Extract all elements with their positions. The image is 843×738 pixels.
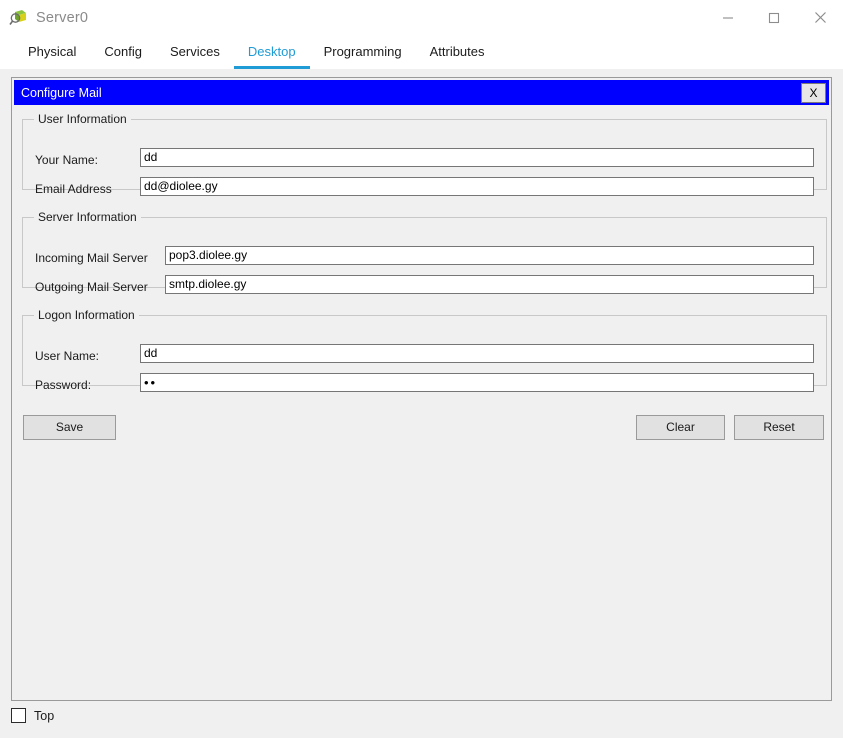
window-controls: [705, 0, 843, 35]
configure-mail-header: Configure Mail X: [14, 80, 829, 105]
tab-desktop[interactable]: Desktop: [233, 35, 310, 69]
input-password[interactable]: ••: [140, 373, 814, 392]
packet-tracer-icon: [8, 7, 30, 29]
reset-button[interactable]: Reset: [734, 415, 824, 440]
minimize-icon[interactable]: [705, 0, 751, 35]
clear-button[interactable]: Clear: [636, 415, 725, 440]
label-your-name: Your Name:: [35, 153, 98, 167]
group-legend-server-information: Server Information: [34, 210, 141, 224]
label-incoming-mail-server: Incoming Mail Server: [35, 251, 148, 265]
label-password: Password:: [35, 378, 92, 392]
input-your-name[interactable]: dd: [140, 148, 814, 167]
tab-config[interactable]: Config: [90, 35, 156, 69]
close-icon[interactable]: [797, 0, 843, 35]
label-email-address: Email Address: [35, 182, 112, 196]
maximize-icon[interactable]: [751, 0, 797, 35]
window-titlebar: Server0: [0, 0, 843, 35]
tab-physical[interactable]: Physical: [14, 35, 90, 69]
save-button[interactable]: Save: [23, 415, 116, 440]
group-legend-logon-information: Logon Information: [34, 308, 139, 322]
desktop-panel: Configure Mail X User Information Your N…: [11, 77, 832, 701]
close-dialog-button[interactable]: X: [801, 83, 826, 103]
label-outgoing-mail-server: Outgoing Mail Server: [35, 280, 148, 294]
device-tabs: Physical Config Services Desktop Program…: [0, 35, 843, 69]
tab-attributes[interactable]: Attributes: [416, 35, 499, 69]
input-email-address[interactable]: dd@diolee.gy: [140, 177, 814, 196]
top-checkbox[interactable]: [11, 708, 26, 723]
input-incoming-mail-server[interactable]: pop3.diolee.gy: [165, 246, 814, 265]
top-checkbox-label: Top: [34, 708, 55, 723]
window-title: Server0: [36, 9, 89, 26]
tab-services[interactable]: Services: [156, 35, 234, 69]
tab-programming[interactable]: Programming: [310, 35, 416, 69]
configure-mail-title: Configure Mail: [21, 85, 102, 100]
top-checkbox-row[interactable]: Top: [11, 708, 54, 723]
input-outgoing-mail-server[interactable]: smtp.diolee.gy: [165, 275, 814, 294]
input-user-name[interactable]: dd: [140, 344, 814, 363]
label-user-name: User Name:: [35, 349, 100, 363]
group-legend-user-information: User Information: [34, 112, 131, 126]
